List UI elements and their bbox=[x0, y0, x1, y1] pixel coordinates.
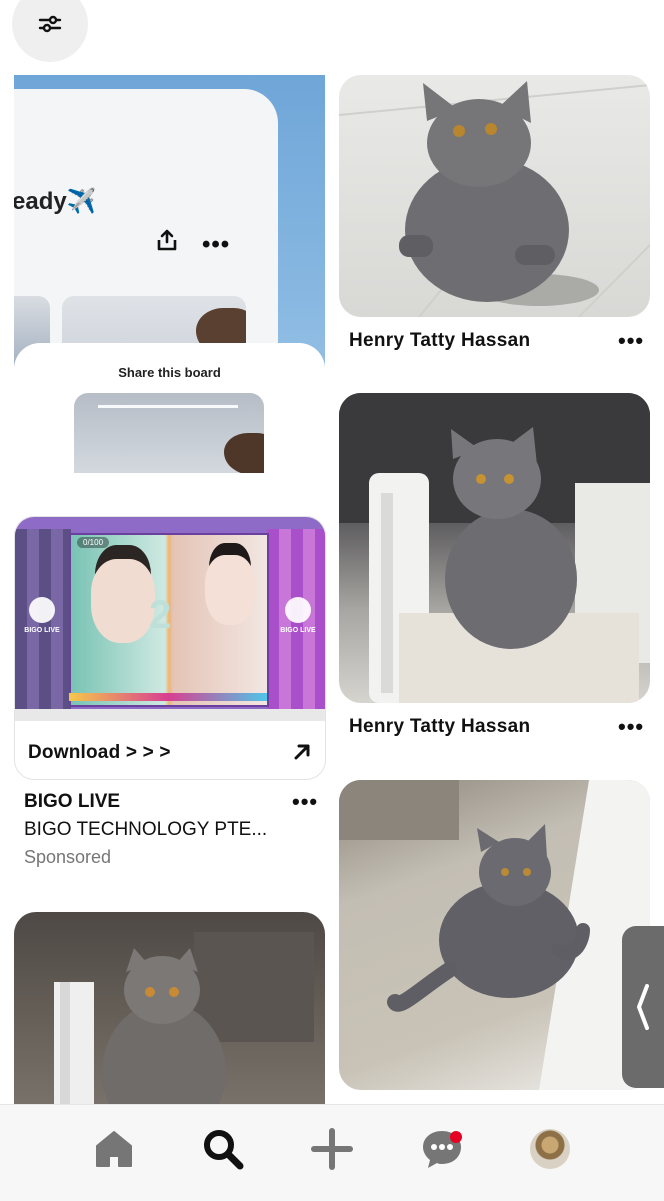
sponsored-label: Sponsored bbox=[24, 847, 112, 867]
ad-title: BIGO LIVE bbox=[24, 791, 121, 812]
bigo-logo: BIGO LIVE bbox=[19, 597, 65, 634]
share-icon bbox=[156, 229, 178, 256]
board-title: eady✈️ bbox=[14, 188, 97, 215]
plus-icon bbox=[311, 1128, 353, 1170]
side-panel-handle[interactable] bbox=[622, 926, 664, 1088]
nav-messages[interactable] bbox=[418, 1125, 466, 1173]
notification-badge bbox=[450, 1131, 462, 1143]
cta-label: Download > > > bbox=[28, 742, 171, 763]
streamer-image bbox=[205, 555, 255, 625]
nav-create[interactable] bbox=[308, 1125, 356, 1173]
nav-home[interactable] bbox=[90, 1125, 138, 1173]
cat-photo bbox=[339, 780, 650, 1090]
nav-search[interactable] bbox=[199, 1125, 247, 1173]
bigo-logo: BIGO LIVE bbox=[275, 597, 321, 634]
search-icon bbox=[204, 1130, 244, 1170]
pin-image[interactable] bbox=[339, 780, 650, 1090]
nav-profile[interactable] bbox=[526, 1125, 574, 1173]
home-icon bbox=[96, 1131, 132, 1167]
pin-title: Henry Tatty Hassan bbox=[349, 330, 531, 351]
ad-media: 2 0/100 BIGO LIVE BIGO LIVE bbox=[15, 517, 325, 721]
pin-image[interactable] bbox=[339, 75, 650, 317]
download-cta[interactable]: Download > > > bbox=[15, 721, 325, 779]
arrow-up-right-icon bbox=[293, 743, 311, 766]
more-icon[interactable]: ••• bbox=[618, 716, 644, 738]
ad-advertiser: BIGO TECHNOLOGY PTE... bbox=[24, 819, 268, 840]
overlay-number: 2 bbox=[149, 593, 172, 637]
more-icon[interactable]: ••• bbox=[292, 791, 318, 813]
live-counter: 0/100 bbox=[77, 537, 110, 548]
cat-photo bbox=[54, 932, 314, 1112]
share-sheet-title: Share this board bbox=[118, 365, 221, 380]
avatar bbox=[530, 1129, 570, 1169]
more-icon[interactable]: ••• bbox=[618, 330, 644, 352]
board-pin-card[interactable]: eady✈️ ••• Share this board bbox=[14, 75, 325, 473]
share-sheet: Share this board bbox=[14, 343, 325, 473]
ad-card[interactable]: 2 0/100 BIGO LIVE BIGO LIVE Download > >… bbox=[14, 516, 326, 780]
chevron-left-icon bbox=[637, 984, 649, 1030]
cat-photo bbox=[339, 81, 650, 317]
sliders-icon bbox=[38, 15, 62, 33]
bottom-nav bbox=[0, 1104, 664, 1201]
filter-button[interactable] bbox=[12, 0, 88, 62]
pin-title: Henry Tatty Hassan bbox=[349, 716, 531, 737]
streamer-image bbox=[91, 559, 155, 643]
pin-image[interactable] bbox=[339, 393, 650, 703]
share-preview-image bbox=[74, 393, 264, 473]
cat-photo bbox=[339, 393, 650, 703]
pin-image[interactable] bbox=[14, 912, 325, 1112]
more-icon: ••• bbox=[202, 231, 231, 258]
